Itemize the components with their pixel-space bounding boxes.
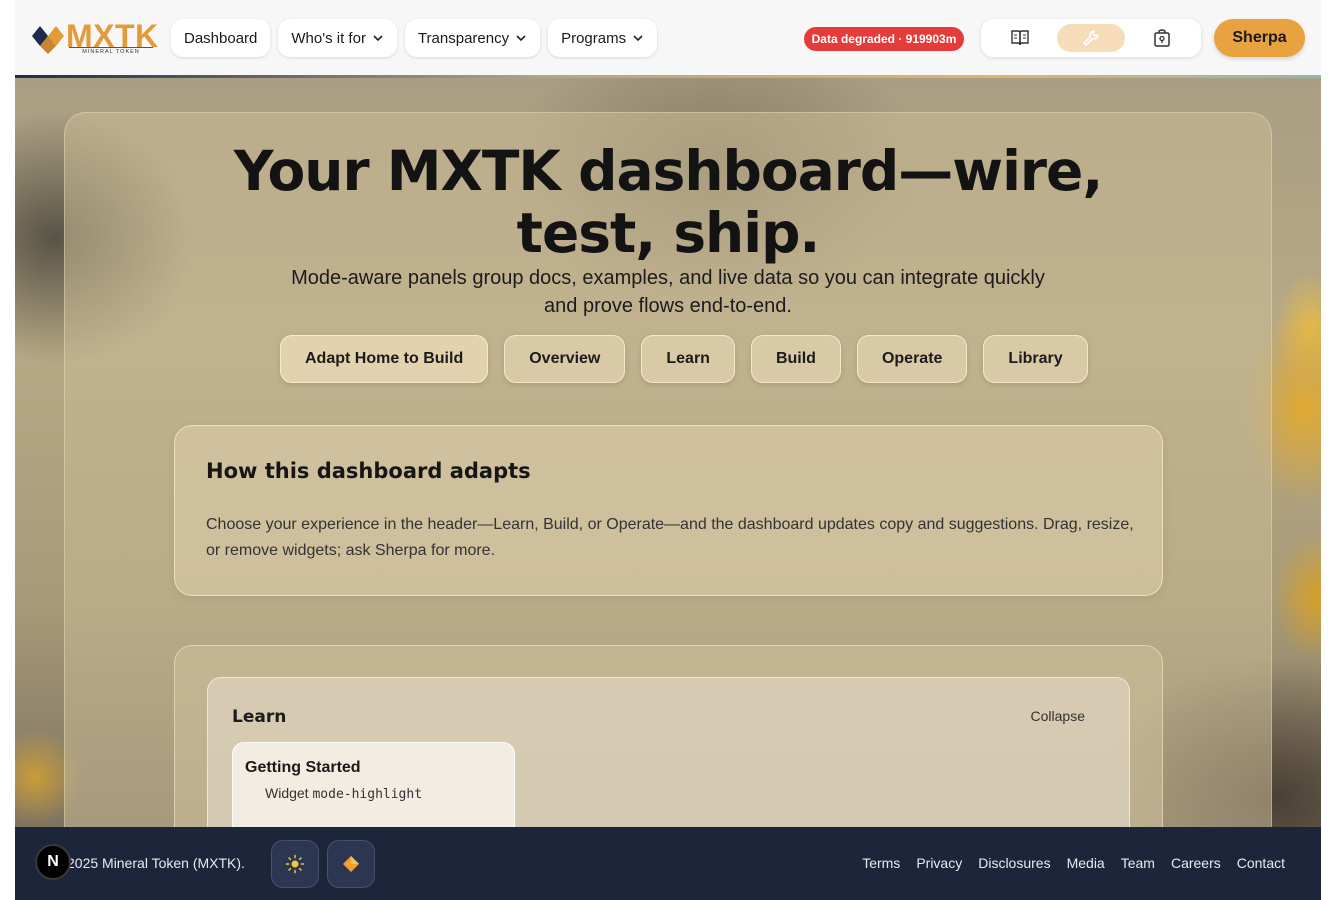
overview-button[interactable]: Overview xyxy=(504,335,626,383)
mode-switcher xyxy=(981,19,1201,57)
footer-link-privacy[interactable]: Privacy xyxy=(916,855,962,871)
diamond-logo-icon xyxy=(32,26,64,54)
operate-button[interactable]: Operate xyxy=(856,335,968,383)
learn-button[interactable]: Learn xyxy=(641,335,735,383)
footer-link-team[interactable]: Team xyxy=(1121,855,1155,871)
data-status-badge: Data degraded · 919903m xyxy=(804,27,964,51)
chevron-down-icon xyxy=(516,35,526,42)
widget-title: Getting Started xyxy=(245,759,361,776)
nav-label: Transparency xyxy=(417,29,510,47)
nav-programs[interactable]: Programs xyxy=(548,19,658,57)
adapt-home-button[interactable]: Adapt Home to Build xyxy=(280,335,489,383)
nav-whos-it-for[interactable]: Who's it for xyxy=(278,19,397,57)
footer-link-media[interactable]: Media xyxy=(1067,855,1105,871)
sun-icon xyxy=(285,854,305,874)
widget-sub-code: mode-highlight xyxy=(312,787,423,802)
footer-links: Terms Privacy Disclosures Media Team Car… xyxy=(862,855,1285,871)
library-button[interactable]: Library xyxy=(983,335,1088,383)
adapt-info-card: How this dashboard adapts Choose your ex… xyxy=(174,425,1163,596)
n-badge-button[interactable]: N xyxy=(35,844,71,880)
site-footer: 2025 Mineral Token (MXTK). N Terms Priva… xyxy=(15,827,1321,900)
chevron-down-icon xyxy=(633,35,643,42)
page-title: Your MXTK dashboard—wire, test, ship. xyxy=(233,139,1104,265)
adapt-card-text: Choose your experience in the header—Lea… xyxy=(206,516,1134,559)
mode-learn-button[interactable] xyxy=(986,24,1054,52)
copyright-text: 2025 Mineral Token (MXTK). xyxy=(67,855,245,871)
footer-link-contact[interactable]: Contact xyxy=(1237,855,1285,871)
site-header: MXTK MINERAL TOKEN Dashboard Who's it fo… xyxy=(15,0,1321,77)
build-button[interactable]: Build xyxy=(750,335,841,383)
widget-sub-prefix: Widget xyxy=(265,785,309,801)
chevron-down-icon xyxy=(373,35,383,42)
mode-build-button[interactable] xyxy=(1056,24,1125,52)
footer-link-disclosures[interactable]: Disclosures xyxy=(978,855,1050,871)
diamond-icon xyxy=(343,856,359,872)
vault-icon xyxy=(1153,29,1170,47)
page-subtitle: Mode-aware panels group docs, examples, … xyxy=(291,267,1045,317)
hero-actions: Adapt Home to Build Overview Learn Build… xyxy=(280,335,1088,383)
mode-operate-button[interactable] xyxy=(1128,24,1196,52)
page: MXTK MINERAL TOKEN Dashboard Who's it fo… xyxy=(15,0,1321,900)
nav-label: Who's it for xyxy=(291,29,366,47)
wrench-icon xyxy=(1083,30,1099,46)
brand-mode-button[interactable] xyxy=(327,840,375,888)
theme-toggle-button[interactable] xyxy=(271,840,319,888)
nav-label: Programs xyxy=(561,29,627,47)
adapt-card-title: How this dashboard adapts xyxy=(206,459,531,483)
widget-subtitle: Widget mode-highlight xyxy=(265,785,422,802)
book-icon xyxy=(1011,30,1030,46)
footer-link-careers[interactable]: Careers xyxy=(1171,855,1221,871)
logo-subtext: MINERAL TOKEN xyxy=(69,47,153,55)
learn-section-title: Learn xyxy=(232,707,287,727)
nav-dashboard[interactable]: Dashboard xyxy=(171,19,271,57)
nav-transparency[interactable]: Transparency xyxy=(404,19,541,57)
footer-link-terms[interactable]: Terms xyxy=(862,855,900,871)
collapse-button[interactable]: Collapse xyxy=(1031,708,1085,724)
main-nav: Dashboard Who's it for Transparency Prog… xyxy=(171,19,658,57)
nav-label: Dashboard xyxy=(184,29,258,47)
sherpa-button[interactable]: Sherpa xyxy=(1214,19,1305,57)
mxtk-logo[interactable]: MXTK MINERAL TOKEN xyxy=(31,20,158,56)
